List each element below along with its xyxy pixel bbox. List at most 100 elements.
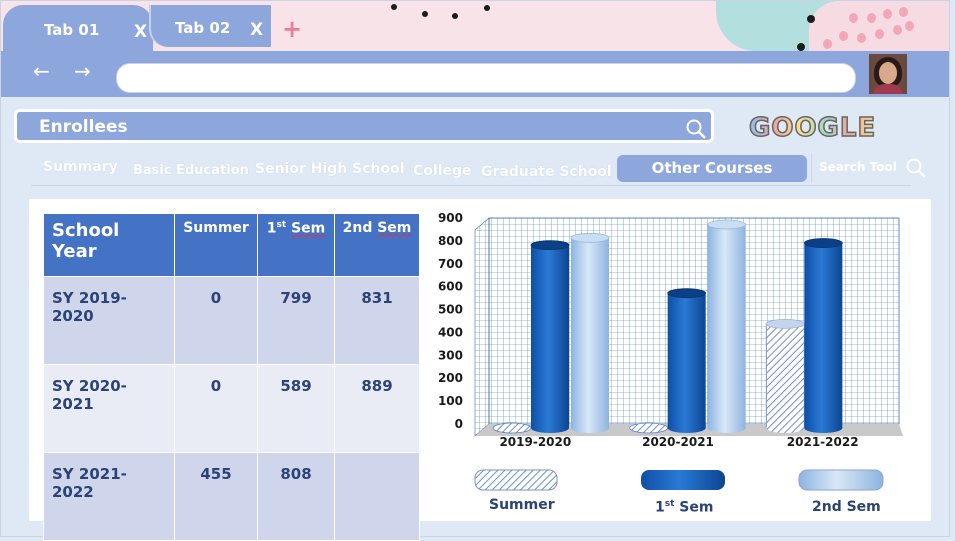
chart-legend <box>474 469 884 491</box>
y-tick-label: 300 <box>438 348 463 362</box>
search-tool-label[interactable]: Search Tool <box>819 160 897 174</box>
legend-swatch-first-sem <box>641 470 725 490</box>
bar-1st-sem <box>531 245 569 428</box>
google-logo[interactable]: GOOGLE <box>748 112 876 144</box>
decorative-dot <box>452 13 458 19</box>
y-tick-label: 200 <box>438 371 463 385</box>
nav-other-courses[interactable]: Other Courses <box>617 155 807 182</box>
bar-base <box>571 423 609 433</box>
nav-underline <box>31 185 911 186</box>
cell-first-sem: 589 <box>257 364 335 453</box>
y-tick-label: 700 <box>438 257 463 271</box>
bar-2nd-sem <box>707 224 746 428</box>
table-row: SY 2020-2021 0 589 889 <box>43 364 420 453</box>
cell-school-year: SY 2019-2020 <box>43 276 175 365</box>
header-first-sem: 1st Sem <box>257 213 335 277</box>
bar-base <box>667 423 706 433</box>
back-arrow-icon[interactable]: ← <box>33 59 50 83</box>
search-value: Enrollees <box>39 117 128 137</box>
cell-first-sem: 808 <box>257 452 335 541</box>
decorative-dot <box>899 7 908 17</box>
decorative-dot <box>391 4 397 10</box>
search-input[interactable]: Enrollees <box>14 109 714 143</box>
x-tick-label: 2020-2021 <box>642 435 714 449</box>
bar-top <box>765 318 805 329</box>
bar-top <box>570 232 610 243</box>
cell-summer: 0 <box>174 276 258 365</box>
legend-swatch-second-sem <box>798 469 884 491</box>
tab-label: Tab 02 <box>175 19 231 37</box>
decorative-dot <box>875 29 884 39</box>
divider <box>811 153 812 183</box>
decorative-dot <box>867 13 876 23</box>
legend-label-summer: Summer <box>489 497 555 513</box>
cell-second-sem: 889 <box>334 364 420 453</box>
bar-1st-sem <box>804 243 843 428</box>
bar-base <box>707 423 746 433</box>
search-icon[interactable] <box>685 118 707 140</box>
decorative-dot <box>807 15 815 23</box>
decorative-dot <box>893 25 902 35</box>
decorative-dot <box>484 5 490 11</box>
decorative-dot <box>797 43 805 51</box>
table-row: SY 2019-2020 0 799 831 <box>43 276 420 365</box>
bar-base <box>766 423 805 433</box>
y-tick-label: 600 <box>438 280 463 294</box>
legend-swatch-summer <box>474 469 558 491</box>
tab-label: Tab 01 <box>44 21 100 39</box>
y-tick-label: 500 <box>438 303 463 317</box>
cell-first-sem: 799 <box>257 276 335 365</box>
nav-senior-high-school[interactable]: Senior High School <box>255 161 405 177</box>
search-tool-icon[interactable] <box>905 157 927 179</box>
bar-summer <box>492 422 532 434</box>
cell-school-year: SY 2020-2021 <box>43 364 175 453</box>
y-tick-label: 400 <box>438 325 463 339</box>
legend-label-first-sem: 1st Sem <box>655 499 714 516</box>
y-tick-label: 0 <box>455 417 463 431</box>
tab-02[interactable]: Tab 02 X <box>151 5 271 47</box>
x-tick-label: 2019-2020 <box>499 435 571 449</box>
decorative-dot <box>849 13 858 23</box>
bar-top <box>803 238 843 248</box>
decorative-dot <box>823 39 832 49</box>
bar-top <box>667 288 707 299</box>
table-row: SY 2021-2022 455 808 <box>43 452 420 541</box>
address-input[interactable] <box>116 63 856 93</box>
bar-base <box>531 423 569 433</box>
bar-summer <box>629 422 669 434</box>
cell-second-sem <box>334 452 420 541</box>
decorative-dot <box>883 9 892 19</box>
header-summer: Summer <box>174 213 258 277</box>
cell-school-year: SY 2021-2022 <box>43 452 175 541</box>
decorative-dot <box>839 31 848 41</box>
browser-window: Tab 01 X Tab 02 X + ← → Enrollees GOOGLE… <box>0 0 950 541</box>
enrollment-table: School Year Summer 1st Sem 2nd Sem SY 20… <box>43 213 420 541</box>
nav-college[interactable]: College <box>413 163 472 179</box>
bar-summer <box>765 323 805 429</box>
nav-summary[interactable]: Summary <box>43 159 118 175</box>
decorative-dot <box>905 21 914 31</box>
tab-close-icon[interactable]: X <box>250 20 263 40</box>
cell-summer: 455 <box>174 452 258 541</box>
header-second-sem: 2nd Sem <box>334 213 420 277</box>
cell-second-sem: 831 <box>334 276 420 365</box>
bar-2nd-sem <box>571 237 609 428</box>
bar-1st-sem <box>667 293 706 428</box>
bar-top <box>530 240 570 251</box>
legend-label-second-sem: 2nd Sem <box>812 499 881 515</box>
y-tick-label: 900 <box>438 211 463 225</box>
forward-arrow-icon[interactable]: → <box>74 59 91 83</box>
avatar[interactable] <box>869 54 907 94</box>
tab-01[interactable]: Tab 01 X <box>3 5 153 53</box>
x-tick-label: 2021-2022 <box>787 435 859 449</box>
nav-graduate-school[interactable]: Graduate School <box>481 164 612 180</box>
y-tick-label: 800 <box>438 234 463 248</box>
tab-strip: Tab 01 X Tab 02 X + <box>1 1 949 53</box>
tab-close-icon[interactable]: X <box>134 22 147 42</box>
chart-side-wall <box>474 217 490 437</box>
nav-basic-education[interactable]: Basic Education <box>133 163 249 178</box>
cell-summer: 0 <box>174 364 258 453</box>
decorative-dot <box>422 11 428 17</box>
header-school-year: School Year <box>43 213 175 277</box>
add-tab-icon[interactable]: + <box>282 17 302 41</box>
